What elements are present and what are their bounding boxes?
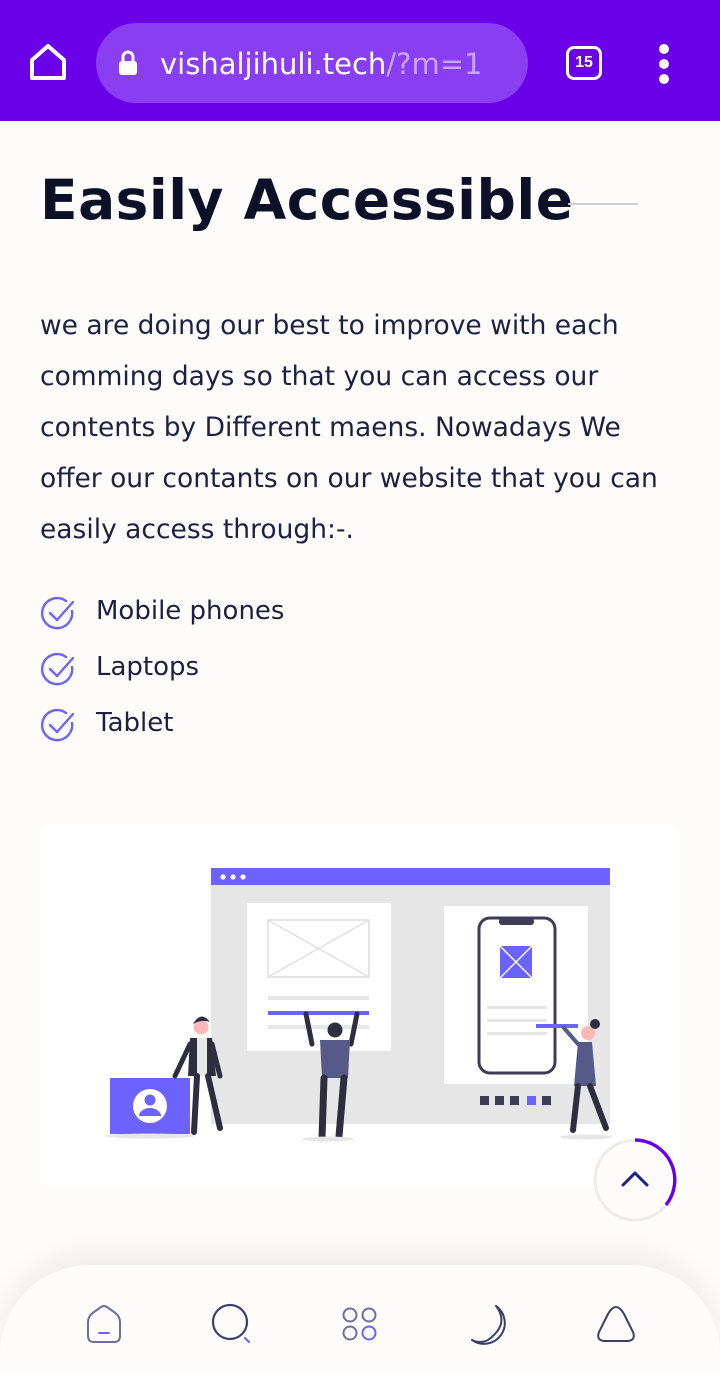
search-icon[interactable] <box>210 1302 254 1346</box>
bottom-navigation <box>0 1265 720 1373</box>
feature-label: Mobile phones <box>96 596 285 626</box>
url-host: vishaljihuli.tech <box>160 47 387 81</box>
home-icon[interactable] <box>24 38 72 86</box>
feature-label: Tablet <box>96 708 174 738</box>
scroll-to-top-button[interactable] <box>590 1135 680 1225</box>
title-divider <box>568 203 638 205</box>
section-title: Easily Accessible <box>40 168 574 232</box>
check-circle-icon <box>41 708 75 742</box>
chevron-up-icon <box>593 1138 677 1222</box>
check-circle-icon <box>41 652 75 686</box>
triangle-icon[interactable] <box>594 1302 638 1346</box>
grid-icon[interactable] <box>338 1302 382 1346</box>
tab-switcher-button[interactable]: 15 <box>566 46 602 80</box>
section-description: we are doing our best to improve with ea… <box>40 310 658 545</box>
browser-toolbar: vishaljihuli.tech/?m=1 15 <box>0 0 720 121</box>
address-bar-url[interactable]: vishaljihuli.tech/?m=1 <box>160 44 482 84</box>
feature-label: Laptops <box>96 652 200 682</box>
overflow-menu-icon[interactable] <box>652 44 676 84</box>
moon-icon[interactable] <box>466 1302 510 1346</box>
check-circle-icon <box>41 596 75 630</box>
lock-icon <box>119 50 137 75</box>
url-path: /?m=1 <box>386 47 483 81</box>
home-icon[interactable] <box>82 1302 126 1346</box>
responsive-design-illustration <box>40 824 680 1188</box>
illustration-svg <box>105 868 612 1142</box>
